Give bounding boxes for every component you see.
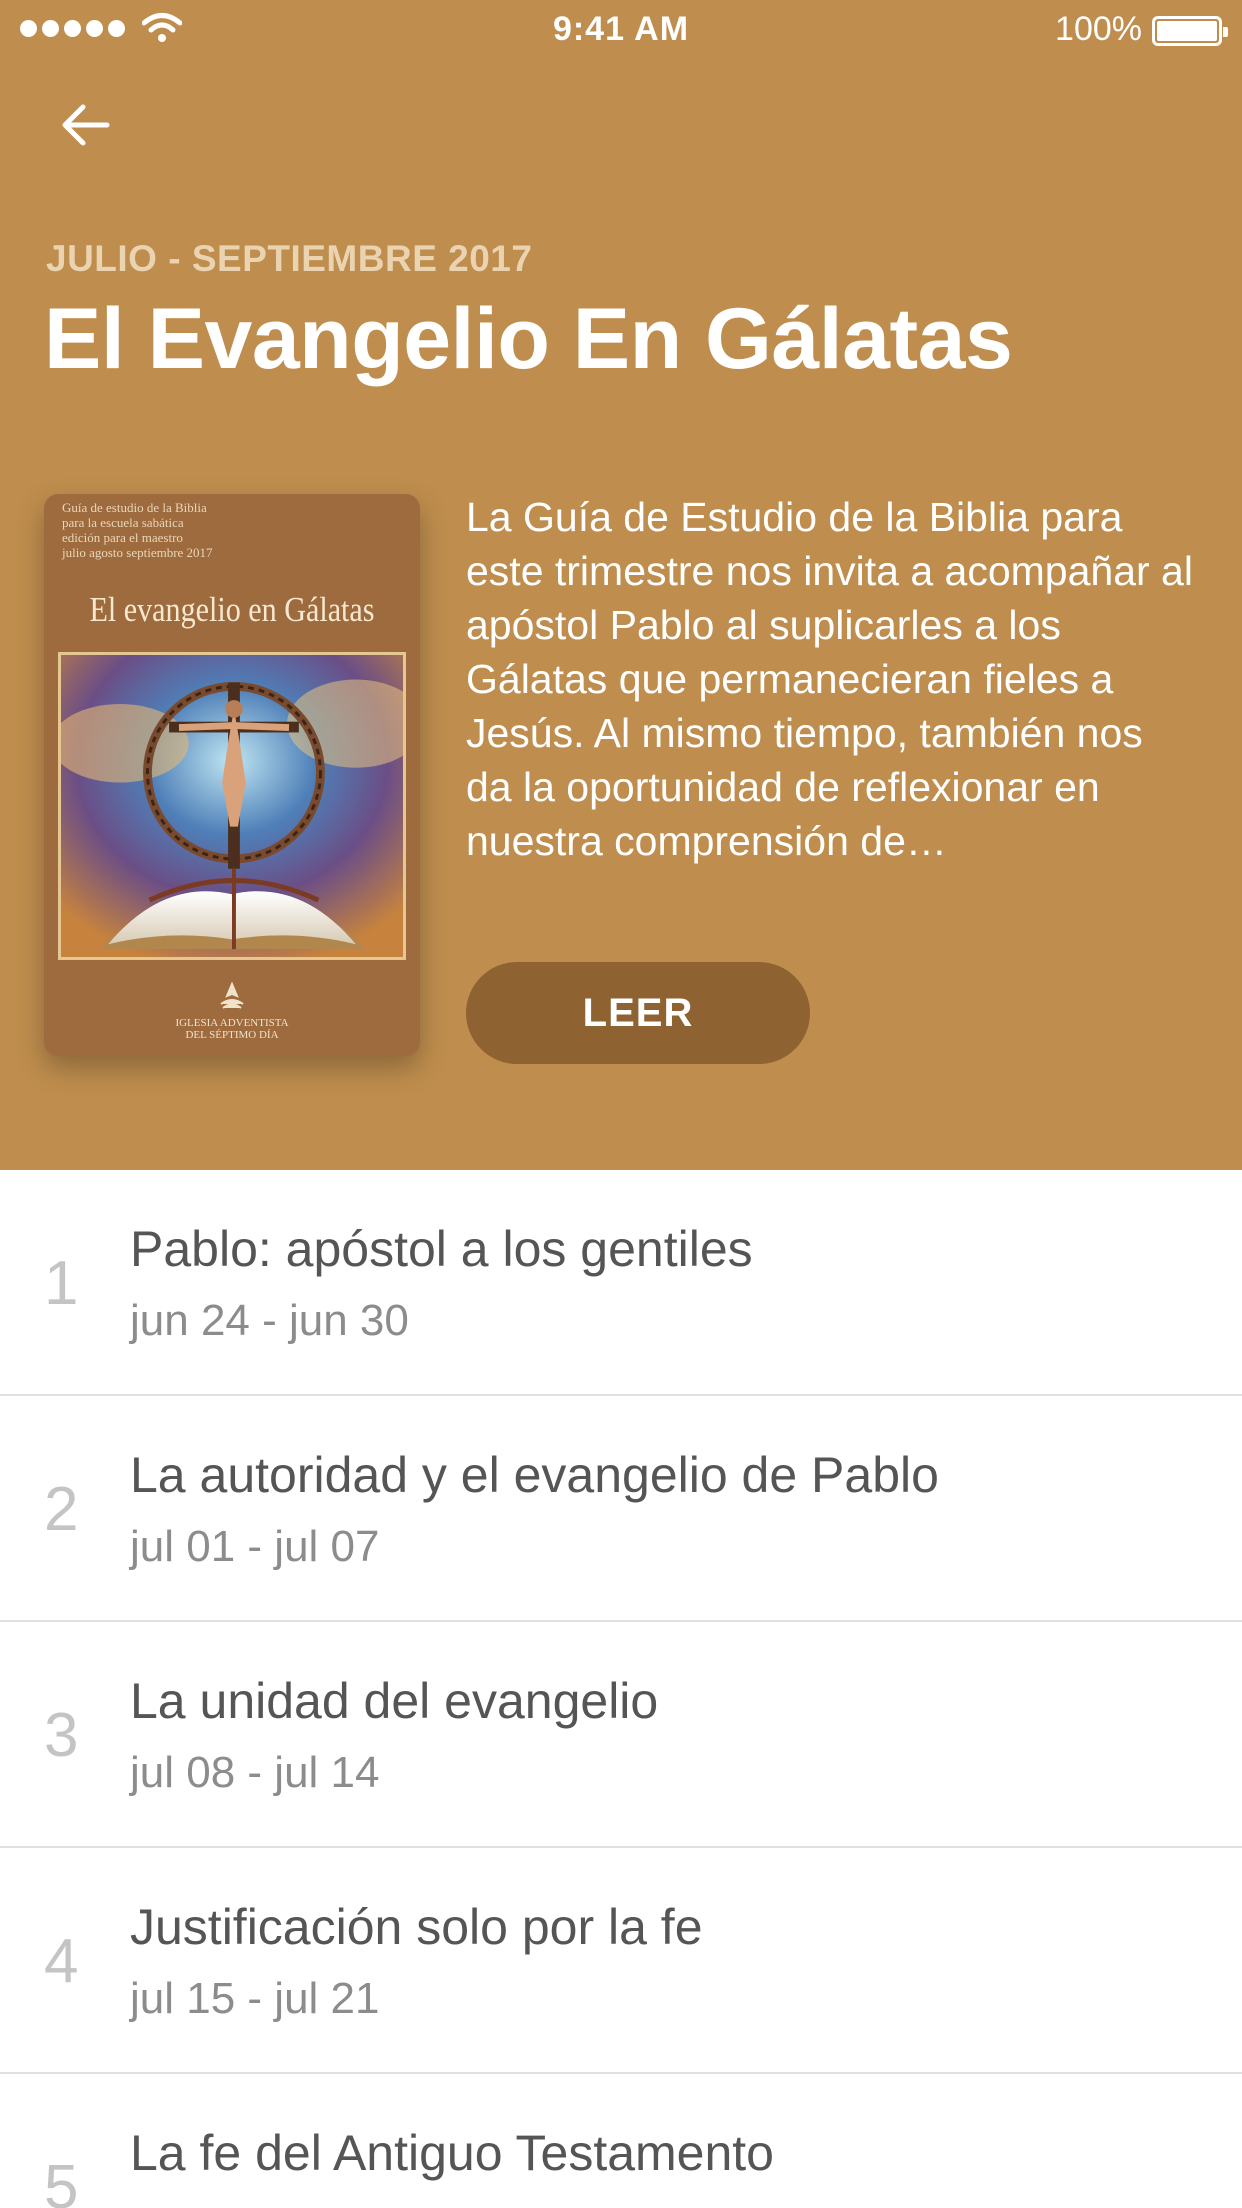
lesson-number: 2 bbox=[44, 1475, 79, 1544]
quarter-label: JULIO - SEPTIEMBRE 2017 bbox=[46, 238, 533, 279]
cover-subtitle: Guía de estudio de la Biblia para la esc… bbox=[62, 500, 213, 560]
lesson-title: La autoridad y el evangelio de Pablo bbox=[130, 1447, 939, 1503]
church-logo: IGLESIA ADVENTISTA DEL SÉPTIMO DÍA bbox=[44, 981, 420, 1041]
lesson-dates: jul 01 - jul 07 bbox=[130, 1522, 380, 1571]
lesson-dates: jul 08 - jul 14 bbox=[130, 1748, 380, 1797]
battery-icon bbox=[1152, 16, 1228, 46]
quarterly-cover-image[interactable]: Guía de estudio de la Biblia para la esc… bbox=[44, 494, 420, 1056]
lesson-item[interactable]: 3 La unidad del evangelio jul 08 - jul 1… bbox=[0, 1622, 1242, 1848]
lesson-dates: jun 24 - jun 30 bbox=[130, 1296, 409, 1345]
lesson-number: 1 bbox=[44, 1249, 79, 1318]
lesson-number: 3 bbox=[44, 1701, 79, 1770]
back-arrow-icon bbox=[62, 104, 110, 146]
lesson-list: 1 Pablo: apóstol a los gentiles jun 24 -… bbox=[0, 1170, 1242, 2208]
page-title: El Evangelio En Gálatas bbox=[44, 291, 1013, 387]
lesson-number: 4 bbox=[44, 1927, 79, 1996]
lesson-item[interactable]: 1 Pablo: apóstol a los gentiles jun 24 -… bbox=[0, 1170, 1242, 1396]
lesson-title: Pablo: apóstol a los gentiles bbox=[130, 1221, 753, 1277]
flame-logo-icon bbox=[220, 981, 244, 1009]
lesson-title: Justificación solo por la fe bbox=[130, 1899, 703, 1955]
back-button[interactable] bbox=[50, 90, 120, 160]
lesson-title: La fe del Antiguo Testamento bbox=[130, 2125, 774, 2181]
lesson-number: 5 bbox=[44, 2153, 79, 2208]
lesson-item[interactable]: 4 Justificación solo por la fe jul 15 - … bbox=[0, 1848, 1242, 2074]
lesson-dates: jul 15 - jul 21 bbox=[130, 1974, 380, 2023]
cover-title: El evangelio en Gálatas bbox=[89, 590, 375, 629]
read-button[interactable]: LEER bbox=[466, 962, 810, 1064]
lesson-item[interactable]: 5 La fe del Antiguo Testamento bbox=[0, 2074, 1242, 2208]
lesson-header: 9:41 AM 100% JULIO - SEPTIEMBRE 2017 El … bbox=[0, 0, 1242, 1170]
status-bar: 9:41 AM 100% bbox=[0, 0, 1242, 60]
quarterly-description: La Guía de Estudio de la Biblia para est… bbox=[466, 494, 1193, 864]
battery-percent: 100% bbox=[1055, 10, 1142, 48]
lesson-title: La unidad del evangelio bbox=[130, 1673, 659, 1729]
lesson-item[interactable]: 2 La autoridad y el evangelio de Pablo j… bbox=[0, 1396, 1242, 1622]
cover-artwork bbox=[58, 652, 406, 960]
